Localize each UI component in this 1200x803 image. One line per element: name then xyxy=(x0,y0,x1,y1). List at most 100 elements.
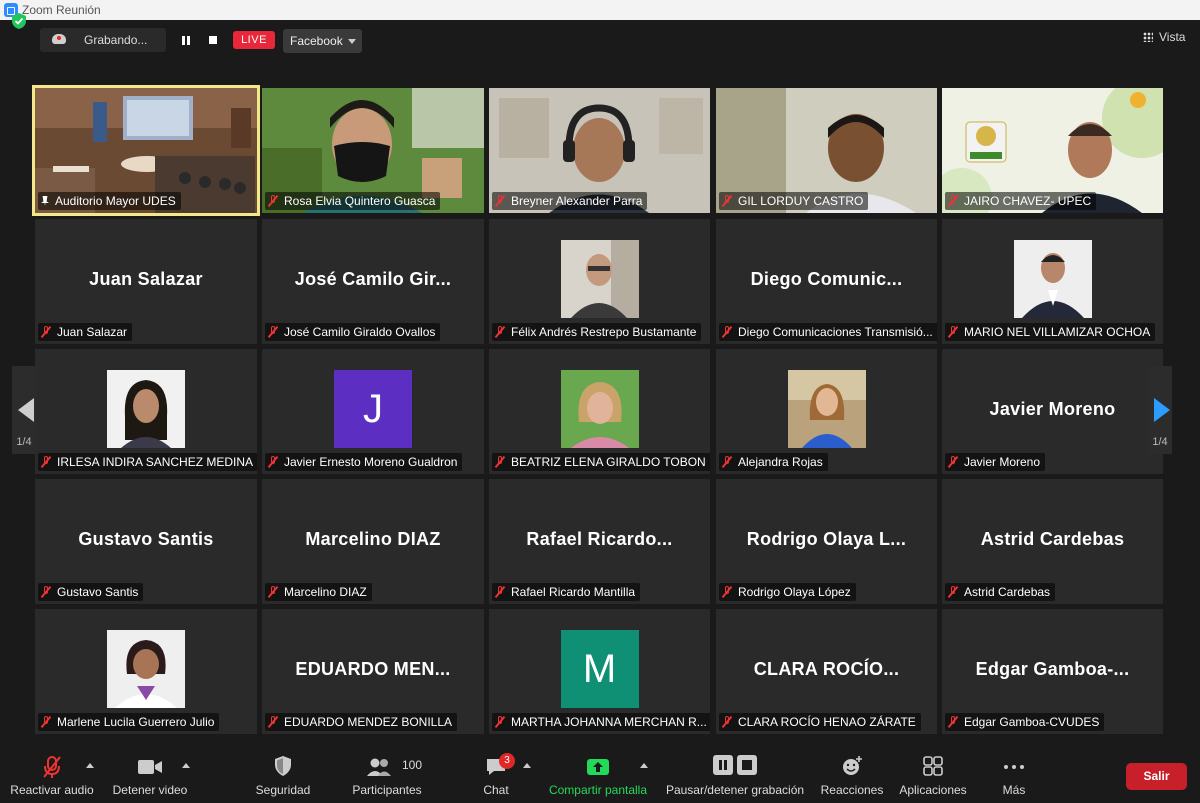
participant-tile[interactable]: Gustavo Santis Gustavo Santis xyxy=(35,479,257,604)
participant-tile[interactable]: J Javier Ernesto Moreno Gualdron xyxy=(262,349,484,474)
muted-mic-icon xyxy=(948,456,958,468)
participant-label: Félix Andrés Restrepo Bustamante xyxy=(492,323,702,341)
participants-button[interactable]: 100 Participantes xyxy=(346,745,428,803)
more-label: Más xyxy=(1002,783,1026,797)
chat-options-caret[interactable] xyxy=(523,763,531,768)
participant-tile[interactable]: Astrid Cardebas Astrid Cardebas xyxy=(942,479,1163,604)
profile-photo xyxy=(787,370,866,448)
smiley-icon xyxy=(843,756,862,775)
previous-page-button[interactable]: 1/4 xyxy=(12,366,36,454)
participant-tile[interactable]: MARIO NEL VILLAMIZAR OCHOA xyxy=(942,219,1163,344)
muted-mic-icon xyxy=(43,756,61,778)
participant-tile[interactable]: CLARA ROCÍO... CLARA ROCÍO HENAO ZÁRATE xyxy=(716,609,937,734)
participant-tile[interactable]: Edgar Gamboa-... Edgar Gamboa-CVUDES xyxy=(942,609,1163,734)
participant-tile[interactable]: Alejandra Rojas xyxy=(716,349,937,474)
participant-tile[interactable]: Javier Moreno Javier Moreno xyxy=(942,349,1163,474)
participant-label: Rosa Elvia Quintero Guasca xyxy=(265,192,441,210)
participant-label: GIL LORDUY CASTRO xyxy=(719,192,869,210)
arrow-right-icon xyxy=(1154,398,1170,422)
apps-button[interactable]: Aplicaciones xyxy=(896,745,970,803)
profile-photo xyxy=(1013,240,1092,318)
participants-count: 100 xyxy=(402,758,423,772)
security-button[interactable]: Seguridad xyxy=(248,745,318,803)
participant-tile[interactable]: Félix Andrés Restrepo Bustamante xyxy=(489,219,710,344)
pause-stop-recording-label: Pausar/detener grabación xyxy=(665,783,805,797)
apps-icon xyxy=(923,756,943,776)
participant-label: Diego Comunicaciones Transmisió... xyxy=(719,323,937,341)
participant-tile[interactable]: Marlene Lucila Guerrero Julio xyxy=(35,609,257,734)
live-badge[interactable]: LIVE xyxy=(233,31,275,49)
video-camera-icon xyxy=(138,760,162,774)
reactions-button[interactable]: Reacciones xyxy=(818,745,886,803)
participant-display-name: Rafael Ricardo... xyxy=(526,529,673,549)
participant-label: Marlene Lucila Guerrero Julio xyxy=(38,713,220,731)
security-label: Seguridad xyxy=(255,783,311,797)
pause-recording-button[interactable] xyxy=(176,30,196,50)
page-indicator: 1/4 xyxy=(16,436,32,448)
encryption-shield-icon[interactable] xyxy=(11,12,27,30)
muted-mic-icon xyxy=(41,586,51,598)
video-tile[interactable]: Rosa Elvia Quintero Guasca xyxy=(262,88,484,213)
participant-tile[interactable]: Rafael Ricardo... Rafael Ricardo Mantill… xyxy=(489,479,710,604)
participant-label: JAIRO CHAVEZ- UPEC xyxy=(945,192,1097,210)
participant-tile[interactable]: Diego Comunic... Diego Comunicaciones Tr… xyxy=(716,219,937,344)
participant-display-name: Astrid Cardebas xyxy=(980,529,1125,549)
window-titlebar: Zoom Reunión xyxy=(0,0,1200,20)
muted-mic-icon xyxy=(268,195,278,207)
recording-label: Grabando... xyxy=(84,33,148,47)
arrow-left-icon xyxy=(18,398,34,422)
muted-mic-icon xyxy=(948,326,958,338)
participant-label: Breyner Alexander Parra xyxy=(492,192,648,210)
pause-stop-icon xyxy=(713,755,757,775)
participant-tile[interactable]: Juan Salazar Juan Salazar xyxy=(35,219,257,344)
grid-view-icon xyxy=(1143,32,1153,42)
participant-display-name: Marcelino DIAZ xyxy=(305,529,441,549)
participant-tile[interactable]: EDUARDO MEN... EDUARDO MENDEZ BONILLA xyxy=(262,609,484,734)
participant-label: Auditorio Mayor UDES xyxy=(38,192,181,210)
participant-label: Gustavo Santis xyxy=(38,583,144,601)
video-tile[interactable]: GIL LORDUY CASTRO xyxy=(716,88,937,213)
share-screen-label: Compartir pantalla xyxy=(548,783,648,797)
unmute-label: Reactivar audio xyxy=(10,783,94,797)
participant-tile[interactable]: Marcelino DIAZ Marcelino DIAZ xyxy=(262,479,484,604)
leave-meeting-button[interactable]: Salir xyxy=(1126,763,1187,790)
stop-video-button[interactable]: Detener video xyxy=(108,745,192,803)
view-label: Vista xyxy=(1159,30,1186,44)
stream-target-dropdown[interactable]: Facebook xyxy=(283,29,362,53)
video-options-caret[interactable] xyxy=(182,763,190,768)
window-title: Zoom Reunión xyxy=(22,3,101,17)
participant-display-name: EDUARDO MEN... xyxy=(295,659,451,679)
apps-label: Aplicaciones xyxy=(899,783,967,797)
share-screen-button[interactable]: Compartir pantalla xyxy=(544,745,652,803)
video-tile[interactable]: Auditorio Mayor UDES xyxy=(35,88,257,213)
profile-photo xyxy=(107,630,185,708)
more-dots-icon xyxy=(1004,765,1024,769)
participant-tile[interactable]: Rodrigo Olaya L... Rodrigo Olaya López xyxy=(716,479,937,604)
participant-tile[interactable]: M MARTHA JOHANNA MERCHAN R... xyxy=(489,609,710,734)
participant-label: Rodrigo Olaya López xyxy=(719,583,856,601)
stop-recording-button[interactable] xyxy=(203,30,223,50)
profile-photo xyxy=(560,240,639,318)
video-tile[interactable]: JAIRO CHAVEZ- UPEC xyxy=(942,88,1163,213)
unmute-button[interactable]: Reactivar audio xyxy=(4,745,100,803)
participant-tile[interactable]: IRLESA INDIRA SANCHEZ MEDINA xyxy=(35,349,257,474)
muted-mic-icon xyxy=(722,195,732,207)
chevron-down-icon xyxy=(348,39,356,44)
participant-tile[interactable]: José Camilo Gir... José Camilo Giraldo O… xyxy=(262,219,484,344)
muted-mic-icon xyxy=(722,326,732,338)
share-options-caret[interactable] xyxy=(640,763,648,768)
pause-stop-recording-button[interactable]: Pausar/detener grabación xyxy=(662,745,808,803)
next-page-button[interactable]: 1/4 xyxy=(1148,366,1172,454)
more-button[interactable]: Más xyxy=(994,745,1034,803)
audio-options-caret[interactable] xyxy=(86,763,94,768)
view-button[interactable]: Vista xyxy=(1143,30,1185,44)
muted-mic-icon xyxy=(722,586,732,598)
stop-video-label: Detener video xyxy=(112,783,188,797)
muted-mic-icon xyxy=(41,456,51,468)
participant-label: Alejandra Rojas xyxy=(719,453,828,471)
participant-display-name: Rodrigo Olaya L... xyxy=(746,529,907,549)
muted-mic-icon xyxy=(495,456,505,468)
video-tile[interactable]: Breyner Alexander Parra xyxy=(489,88,710,213)
participant-tile[interactable]: BEATRIZ ELENA GIRALDO TOBON xyxy=(489,349,710,474)
participant-label: CLARA ROCÍO HENAO ZÁRATE xyxy=(719,713,921,731)
